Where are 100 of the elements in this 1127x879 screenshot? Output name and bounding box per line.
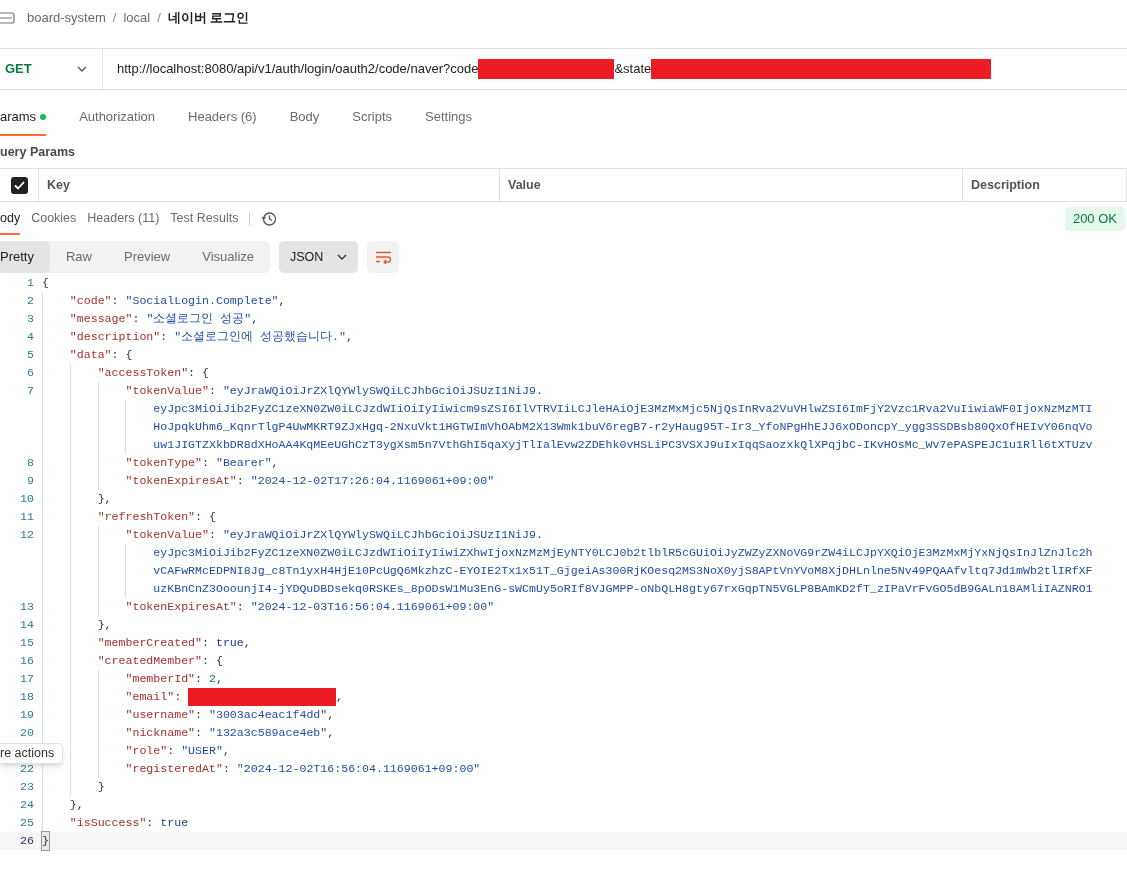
code-token: HoJpqkUhm6_KqnrTlgP4UwMKRT9ZJxHgq-2NxuVkt1HGTWImVhOAbM2X13Wmk1buV6regB7-r2yHaug95T-Ir3_YfoNPgHhEJJ6xODoncpY_ygg3SSDBsb80QxOfHEIvY06nqVo [153,419,1093,436]
code-token: vCAFwRMcEDPNI8Jg_c8Tn1yxH4HjE10PcUgQ6MkzhzC-EYOIE2Tx1x51T_GjgeiAs300RjKOesq2MS3NoX0yjS8APtVnYVoM8XjDHLnlne5Nv49PQAAfvltq7Jd1mWb2tlIRfXF [153,563,1093,580]
select-all-checkbox[interactable] [10,176,28,194]
code-token: : { [111,347,133,364]
column-header: Key [47,176,70,194]
code-token: "memberId" [125,671,196,688]
code-token: true [160,815,189,832]
line-number: 5 [27,348,34,362]
code-token: eyJpc3MiOiJib2FyZC1zeXN0ZW0iLCJzdWIiOiIyIiwiZXhwIjoxNzMzMjEyNTY0LCJ0b2tlblR5cGUiOiJyZWZyZXNoVG9rZW4iLCJpYXQiOjE3MzMxMjYxNjQsInJlZnJlc2h [153,545,1093,562]
response-tab[interactable]: Test Results [170,203,239,235]
code-token: : [209,527,217,544]
code-token: "2024-12-03T16:56:04.1169061+09:00" [250,599,495,616]
code-token: }, [97,617,112,634]
code-token: "소셜로그인 성공" [146,311,252,328]
line-number: 19 [20,708,34,722]
code-token: "eyJraWQiOiJrZXlQYWlySWQiLCJhbGciOiJSUzI1NiJ9. [222,527,543,544]
code-token: , [327,707,335,724]
line-number: 22 [20,762,34,776]
code-token: : [236,599,245,616]
code-token: : [236,473,245,490]
view-mode-tab[interactable]: Preview [108,241,187,273]
code-token: "isSuccess" [69,815,147,832]
url-text: &state [614,60,652,79]
code-token: "code" [69,293,112,310]
url-field[interactable]: http://localhost:8080/api/v1/auth/login/oauth2/code/naver?code &state [103,49,1127,89]
code-token: "132a3c589ace4eb" [209,725,328,742]
code-token: : { [195,509,216,526]
line-number: 13 [20,600,34,614]
line-number: 24 [20,798,34,812]
code-token: "refreshToken" [97,509,196,526]
request-tab[interactable]: Body [289,100,320,136]
line-number: 20 [20,726,34,740]
method-dropdown[interactable]: GET [0,49,103,89]
line-number: 23 [20,780,34,794]
code-token: "accessToken" [97,365,189,382]
column-header: Description [971,176,1040,194]
code-token: : [132,311,141,328]
request-tab[interactable]: Headers (6) [188,100,257,136]
request-tab[interactable]: arams [0,100,47,136]
response-tab[interactable]: Cookies [31,203,77,235]
code-token: "소셜로그인에 성공했습니다." [174,329,347,346]
code-token: : [195,707,204,724]
wrap-lines-button[interactable] [367,241,400,273]
line-number: 15 [20,636,34,650]
code-token: "tokenValue" [125,527,209,544]
tooltip: re actions [0,743,64,764]
code-token: "tokenType" [125,455,202,472]
code-token: "tokenExpiresAt" [125,599,237,616]
line-number: 16 [20,654,34,668]
code-token: "role" [125,743,168,760]
line-number: 17 [20,672,34,686]
request-tab[interactable]: Settings [425,100,472,136]
code-token: : [195,671,204,688]
line-number: 3 [27,312,34,326]
response-tab[interactable]: ody [0,203,21,235]
view-mode-tab[interactable]: Raw [49,241,108,273]
line-number: 18 [20,690,34,704]
code-token: uzKBnCnZ3OoounjI4-jYDQuDBDsekq0RSKEs_8pODsW1Mu3EnG-sWCmUy5oRIf8VJGMPP-oNbQLH8gty67rxGqpTN5VGLP8BAmKD2fT_zIPaVrFvGO5dB9GALn18AMliIAZNRO1 [153,581,1093,598]
code-token: "tokenValue" [125,383,209,400]
history-icon[interactable] [261,211,278,227]
code-token: "memberCreated" [97,635,203,652]
code-token: , [215,671,223,688]
code-token: : [222,761,231,778]
breadcrumb-item: 네이버 로그인 [167,8,250,27]
code-token: "tokenExpiresAt" [125,473,237,490]
view-mode-tab[interactable]: Pretty [0,241,50,273]
code-token: } [97,779,105,796]
code-token: "eyJraWQiOiJrZXlQYWlySWQiLCJhbGciOiJSUzI1NiJ9. [222,383,543,400]
line-number: 6 [27,366,34,380]
chevron-down-icon [76,66,87,72]
code-token: "registeredAt" [125,761,223,778]
code-token: , [243,635,251,652]
breadcrumb-item[interactable]: board-system [27,7,106,28]
code-token: eyJpc3MiOiJib2FyZC1zeXN0ZW0iLCJzdWIiOiIyIiwicm9sZSI6IlVTRVIiLCJleHAiOjE3MzMxMjc5NjQsInRva2VuVHlwZSI6ImFjY2Vzc1Rva2VuIiwiaWF0IjoxNzMzMTI [153,401,1093,418]
code-token: , [336,689,344,706]
code-token: , [222,743,230,760]
code-token: "nickname" [125,725,196,742]
code-token: : { [188,365,209,382]
format-dropdown[interactable]: JSON [279,241,359,273]
view-mode-tab[interactable]: Visualize [186,241,271,273]
line-number: 4 [27,330,34,344]
code-token: , [327,725,335,742]
line-number: 10 [20,492,34,506]
code-token: "SocialLogin.Complete" [125,293,279,310]
code-token: : [202,455,210,472]
breadcrumb-item[interactable]: local [123,7,151,28]
breadcrumb-separator: / [157,8,161,27]
code-token: , [346,329,353,346]
code-token: "description" [69,329,161,346]
code-token: "3003ac4eac1f4dd" [209,707,328,724]
code-token: "USER" [181,743,223,760]
request-tab[interactable]: Authorization [79,100,155,136]
line-number: 26 [20,834,34,848]
code-token: { [42,275,49,292]
column-header: Value [508,176,541,194]
code-token: , [271,455,279,472]
line-number: 1 [27,276,34,290]
request-tab[interactable]: Scripts [352,100,393,136]
response-tab[interactable]: Headers (11) [87,203,160,235]
code-token: : [202,635,210,652]
